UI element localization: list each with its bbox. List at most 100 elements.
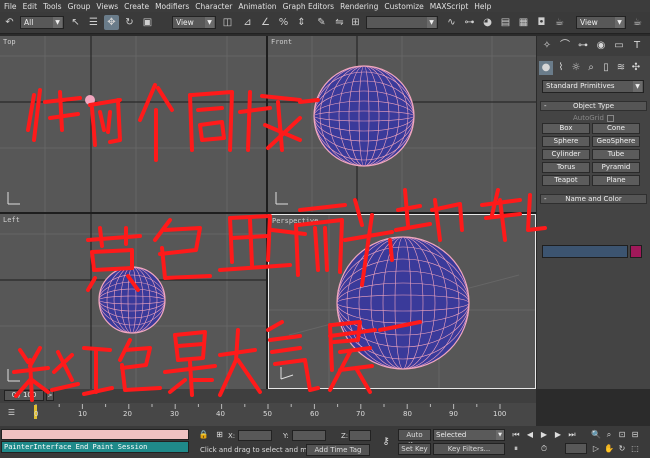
go-to-start-icon[interactable]: ⏮ [510,429,522,440]
menu-character[interactable]: Character [195,2,232,11]
cone-button[interactable]: Cone [592,123,640,134]
utilities-tab-icon[interactable]: T [630,39,644,53]
snap-toggle-icon[interactable]: ⊿ [240,15,255,30]
plane-button[interactable]: Plane [592,175,640,186]
viewport-left-label[interactable]: Left [3,216,20,224]
lights-icon[interactable]: ☼ [569,61,583,75]
display-tab-icon[interactable]: ▭ [612,39,626,53]
previous-frame-icon[interactable]: ◀ [524,429,536,440]
torus-button[interactable]: Torus [542,162,590,173]
object-color-swatch[interactable] [630,245,642,258]
time-config-icon[interactable]: ⏱ [538,443,550,454]
viewport-perspective-label[interactable]: Perspective [272,217,318,225]
spacewarps-icon[interactable]: ≋ [614,61,628,75]
sphere-top-view[interactable] [85,95,95,105]
select-rotate-icon[interactable]: ↻ [122,15,137,30]
render-frame-icon[interactable]: ▦ [516,15,531,30]
select-scale-icon[interactable]: ▣ [140,15,155,30]
zoom-extents-all-icon[interactable]: ⊟ [629,429,641,440]
orbit-icon[interactable]: ↻ [616,443,628,454]
angle-snap-icon[interactable]: ∠ [258,15,273,30]
render-view-dropdown[interactable]: View ▼ [576,16,626,29]
teapot-button[interactable]: Teapot [542,175,590,186]
select-by-name-icon[interactable]: ☰ [86,15,101,30]
maximize-viewport-icon[interactable]: ⬚ [629,443,641,454]
select-move-icon[interactable]: ✥ [104,15,119,30]
category-dropdown[interactable]: Standard Primitives ▼ [542,80,644,93]
menu-views[interactable]: Views [96,2,118,11]
geometry-icon[interactable]: ● [539,61,553,75]
pyramid-button[interactable]: Pyramid [592,162,640,173]
key-selection-dropdown[interactable]: Selected ▼ [433,429,505,441]
motion-tab-icon[interactable]: ◉ [594,39,608,53]
menu-customize[interactable]: Customize [384,2,423,11]
zoom-extents-icon[interactable]: ⊡ [616,429,628,440]
menu-file[interactable]: File [4,2,17,11]
systems-icon[interactable]: ✣ [629,61,643,75]
selection-filter-dropdown[interactable]: All ▼ [20,16,64,29]
auto-key-button[interactable]: Auto Key [398,429,431,449]
material-editor-icon[interactable]: ◕ [480,15,495,30]
render-setup-icon[interactable]: ▤ [498,15,513,30]
cylinder-button[interactable]: Cylinder [542,149,590,160]
sphere-front-view[interactable] [313,65,415,167]
edit-named-selection-icon[interactable]: ✎ [314,15,329,30]
percent-snap-icon[interactable]: % [276,15,291,30]
time-slider[interactable]: 0 / 100 > [0,389,536,403]
select-object-icon[interactable]: ↖ [68,15,83,30]
sphere-left-view[interactable] [98,266,166,334]
name-and-color-rollout[interactable]: - Name and Color [540,194,647,204]
hierarchy-tab-icon[interactable]: ⊶ [576,39,590,53]
add-time-tag-button[interactable]: Add Time Tag [306,444,370,456]
absolute-mode-icon[interactable]: ⊞ [214,429,225,440]
pivot-center-icon[interactable]: ◫ [220,15,235,30]
menu-create[interactable]: Create [124,2,149,11]
next-frame-icon[interactable]: ▶ [552,429,564,440]
menu-tools[interactable]: Tools [43,2,61,11]
viewport-top[interactable]: Top [0,36,266,212]
mirror-icon[interactable]: ⇋ [332,15,347,30]
pan-icon[interactable]: ✋ [603,443,615,454]
spinner-snap-icon[interactable]: ⇕ [294,15,309,30]
next-frame-arrow-icon[interactable]: > [46,390,54,401]
shapes-icon[interactable]: ⌇ [554,61,568,75]
object-type-rollout[interactable]: - Object Type [540,101,647,111]
render-last-icon[interactable]: ◘ [534,15,549,30]
track-bar[interactable]: ☰ 0 10 20 30 40 50 60 70 80 90 100 [0,403,536,426]
reference-coord-dropdown[interactable]: View ▼ [172,16,216,29]
key-icon[interactable]: ⚷ [377,436,395,447]
menu-modifiers[interactable]: Modifiers [155,2,189,11]
schematic-view-icon[interactable]: ⊶ [462,15,477,30]
quick-render-icon[interactable]: ☕ [630,15,645,30]
helpers-icon[interactable]: ▯ [599,61,613,75]
x-coord-field[interactable] [238,430,272,441]
track-bar-menu-icon[interactable]: ☰ [6,407,17,418]
undo-icon[interactable]: ↶ [2,15,17,30]
menu-animation[interactable]: Animation [238,2,276,11]
zoom-icon[interactable]: 🔍 [590,429,602,440]
teapot-render-icon[interactable]: ☕ [552,15,567,30]
named-selection-dropdown[interactable]: ▼ [366,16,438,29]
viewport-perspective[interactable]: Perspective [268,214,536,389]
menu-group[interactable]: Group [68,2,91,11]
object-name-field[interactable] [542,245,628,258]
field-of-view-icon[interactable]: ▷ [590,443,602,454]
modify-tab-icon[interactable]: ⌒ [558,39,572,53]
viewport-front-label[interactable]: Front [271,38,292,46]
play-icon[interactable]: ▶ [538,429,550,440]
viewport-front[interactable]: Front [268,36,536,212]
menu-rendering[interactable]: Rendering [340,2,378,11]
create-tab-icon[interactable]: ✧ [540,39,554,53]
autogrid-checkbox[interactable]: AutoGrid [573,114,614,122]
time-slider-thumb[interactable]: 0 / 100 [4,390,44,401]
set-key-button[interactable]: Set Key [398,443,431,455]
zoom-all-icon[interactable]: ⌕ [603,429,615,440]
curve-editor-icon[interactable]: ∿ [444,15,459,30]
geosphere-button[interactable]: GeoSphere [592,136,640,147]
z-coord-field[interactable] [349,430,371,441]
tube-button[interactable]: Tube [592,149,640,160]
menu-help[interactable]: Help [474,2,491,11]
sphere-button[interactable]: Sphere [542,136,590,147]
sphere-perspective-view[interactable] [336,236,470,370]
lock-selection-icon[interactable]: 🔒 [198,429,209,440]
